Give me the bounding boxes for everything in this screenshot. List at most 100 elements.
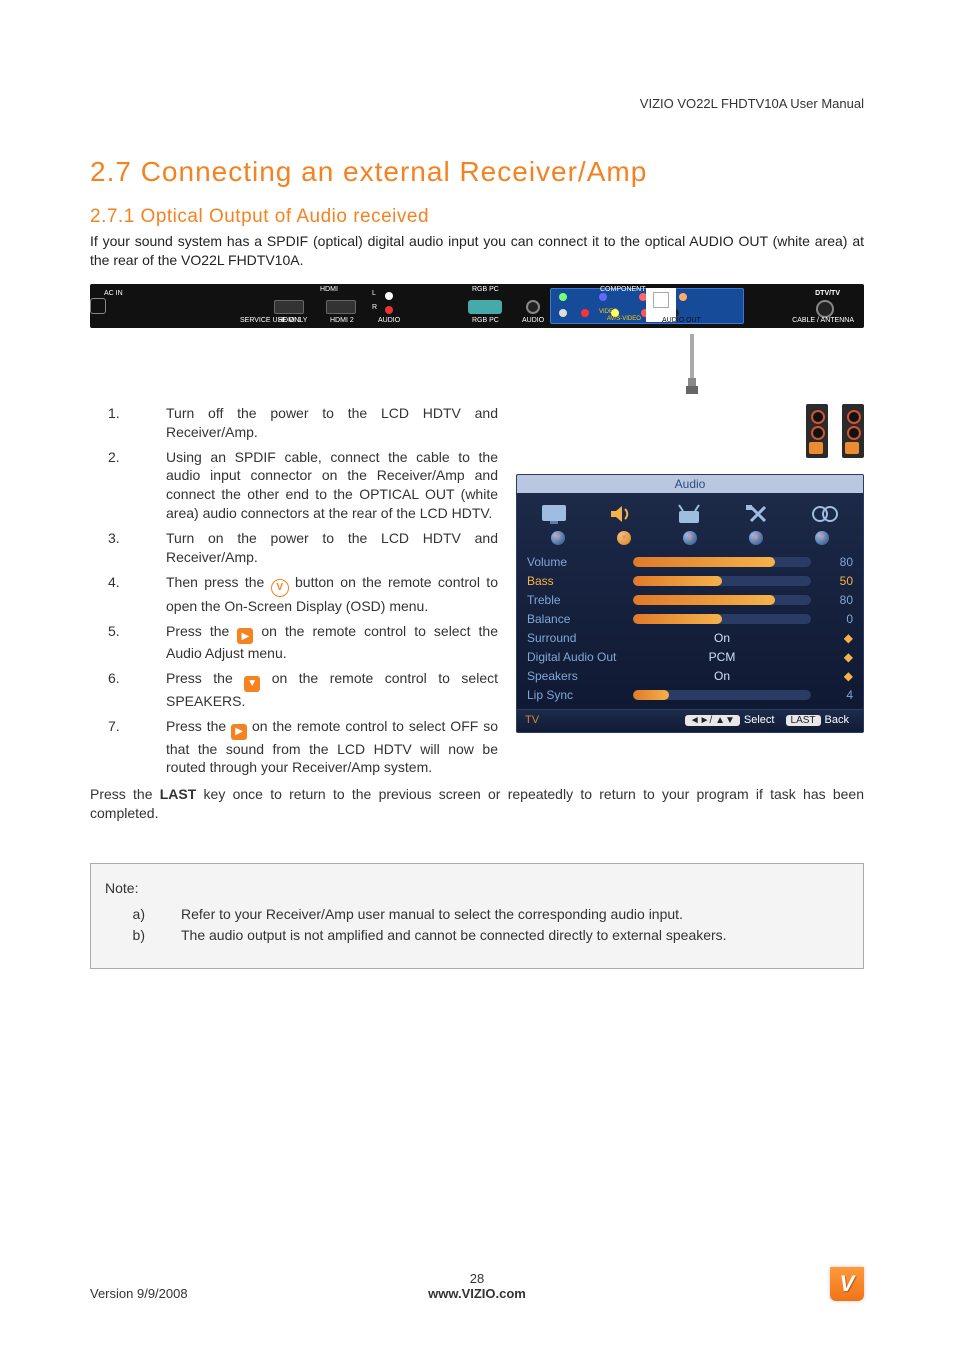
io-label-rgbpc-top: RGB PC <box>472 286 499 293</box>
right-arrow-button-icon: ▶ <box>231 724 247 740</box>
audio-r-jack-icon <box>385 306 393 314</box>
step-num: 2. <box>90 448 138 524</box>
vizio-logo-icon: V <box>830 1267 864 1301</box>
osd-parental-icon <box>806 499 844 529</box>
step-num: 6. <box>90 669 138 711</box>
io-label-hdmi2: HDMI 2 <box>330 317 354 324</box>
receiver-optical-icon <box>809 442 823 454</box>
step-5: 5. Press the ▶ on the remote control to … <box>90 622 498 664</box>
osd-picture-icon <box>536 499 574 529</box>
osd-audio-icon <box>603 499 641 529</box>
hdmi1-port-icon <box>274 300 304 314</box>
step-num: 5. <box>90 622 138 664</box>
io-label-r: R <box>372 304 377 311</box>
osd-row-value: PCM <box>633 650 811 664</box>
osd-row: SpeakersOn◆ <box>527 667 853 686</box>
io-label-hdmi1: HDMI 1 <box>278 317 302 324</box>
io-label-audio2: AUDIO <box>522 317 544 324</box>
osd-rows: Volume80Bass50Treble80Balance0SurroundOn… <box>517 553 863 709</box>
note-letter: b) <box>105 925 145 946</box>
subsection-title: 2.7.1 Optical Output of Audio received <box>90 206 864 228</box>
right-column: Audio <box>516 404 864 784</box>
osd-footer: TV ◄►/ ▲▼Select LASTBack <box>517 709 863 732</box>
note-list: a) Refer to your Receiver/Amp user manua… <box>105 904 833 946</box>
io-label-audio-out: AUDIO OUT <box>662 317 701 324</box>
footer-page-number: 28 <box>348 1271 606 1286</box>
optical-port-icon <box>653 292 669 308</box>
io-label-component: COMPONENT <box>600 286 646 293</box>
io-label-av-svideo: AV/S-VIDEO <box>607 316 641 322</box>
osd-tuner-icon <box>671 499 709 529</box>
note-box: Note: a) Refer to your Receiver/Amp user… <box>90 863 864 969</box>
osd-row-value: On <box>633 669 811 683</box>
note-item: b) The audio output is not amplified and… <box>105 925 833 946</box>
osd-slider <box>633 595 811 605</box>
page-footer: Version 9/9/2008 28 www.VIZIO.com V <box>90 1267 864 1301</box>
last-key: LAST <box>160 786 197 802</box>
io-label-audio: AUDIO <box>378 317 400 324</box>
step-num: 3. <box>90 529 138 567</box>
step-4: 4. Then press the V button on the remote… <box>90 573 498 616</box>
osd-row-label: Bass <box>527 574 627 588</box>
steps-and-osd-row: 1. Turn off the power to the LCD HDTV an… <box>90 404 864 784</box>
note-letter: a) <box>105 904 145 925</box>
osd-chip-icon: ▾ <box>815 531 829 545</box>
step-text: Using an SPDIF cable, connect the cable … <box>166 448 498 524</box>
coax-port-icon <box>816 300 834 318</box>
right-arrow-button-icon: ▶ <box>237 628 253 644</box>
vizio-button-icon: V <box>271 579 289 597</box>
steps-list: 1. Turn off the power to the LCD HDTV an… <box>90 404 498 778</box>
osd-panel: Audio <box>516 474 864 733</box>
io-label-l: L <box>372 290 376 297</box>
osd-chip-icon: ▾ <box>551 531 565 545</box>
ac-plug-icon <box>90 298 106 314</box>
footer-site: www.VIZIO.com <box>348 1286 606 1301</box>
audio-l-jack-icon <box>385 292 393 300</box>
step-1: 1. Turn off the power to the LCD HDTV an… <box>90 404 498 442</box>
osd-row-value: 50 <box>817 574 853 588</box>
osd-toggle-indicator-icon: ◆ <box>817 650 853 664</box>
rca-plug-icon <box>811 426 825 440</box>
osd-row: Volume80 <box>527 553 853 572</box>
io-label-cable-antenna: CABLE / ANTENNA <box>792 317 854 324</box>
section-title: 2.7 Connecting an external Receiver/Amp <box>90 156 864 188</box>
osd-row-label: Digital Audio Out <box>527 650 627 664</box>
osd-row-value: 0 <box>817 612 853 626</box>
osd-slider <box>633 557 811 567</box>
osd-footer-btn: LAST <box>786 715 821 726</box>
note-text: Refer to your Receiver/Amp user manual t… <box>181 904 683 925</box>
osd-row-value: On <box>633 631 811 645</box>
vga-port-icon <box>468 300 502 314</box>
step-text: Then press the V button on the remote co… <box>166 573 498 616</box>
step-num: 1. <box>90 404 138 442</box>
manual-page: VIZIO VO22L FHDTV10A User Manual 2.7 Con… <box>0 0 954 1351</box>
step-text: Press the ▼ on the remote control to sel… <box>166 669 498 711</box>
osd-setup-icon <box>739 499 777 529</box>
step-text: Turn off the power to the LCD HDTV and R… <box>166 404 498 442</box>
steps-column: 1. Turn off the power to the LCD HDTV an… <box>90 404 498 784</box>
step-text: Press the ▶ on the remote control to sel… <box>166 622 498 664</box>
osd-slider <box>633 690 811 700</box>
step-2: 2. Using an SPDIF cable, connect the cab… <box>90 448 498 524</box>
receiver-box-a <box>806 404 828 458</box>
osd-row: Lip Sync4 <box>527 686 853 705</box>
io-label-dtvtv: DTV/TV <box>815 290 840 297</box>
hdmi2-port-icon <box>326 300 356 314</box>
osd-chip-icon: ▾ <box>749 531 763 545</box>
osd-chip-icon: ▾ <box>683 531 697 545</box>
osd-footer-source: TV <box>525 714 539 726</box>
osd-slider <box>633 614 811 624</box>
osd-row-label: Speakers <box>527 669 627 683</box>
osd-row-label: Lip Sync <box>527 688 627 702</box>
rca-plug-icon <box>847 426 861 440</box>
osd-row: Bass 50 <box>527 572 853 591</box>
osd-row-value: 80 <box>817 593 853 607</box>
osd-row-label: Surround <box>527 631 627 645</box>
osd-slider <box>633 576 811 586</box>
footer-version: Version 9/9/2008 <box>90 1286 348 1301</box>
osd-category-icons <box>517 493 863 529</box>
down-arrow-button-icon: ▼ <box>244 676 260 692</box>
product-header: VIZIO VO22L FHDTV10A User Manual <box>640 96 864 111</box>
receiver-amp-diagram <box>806 404 864 458</box>
osd-row: SurroundOn◆ <box>527 629 853 648</box>
